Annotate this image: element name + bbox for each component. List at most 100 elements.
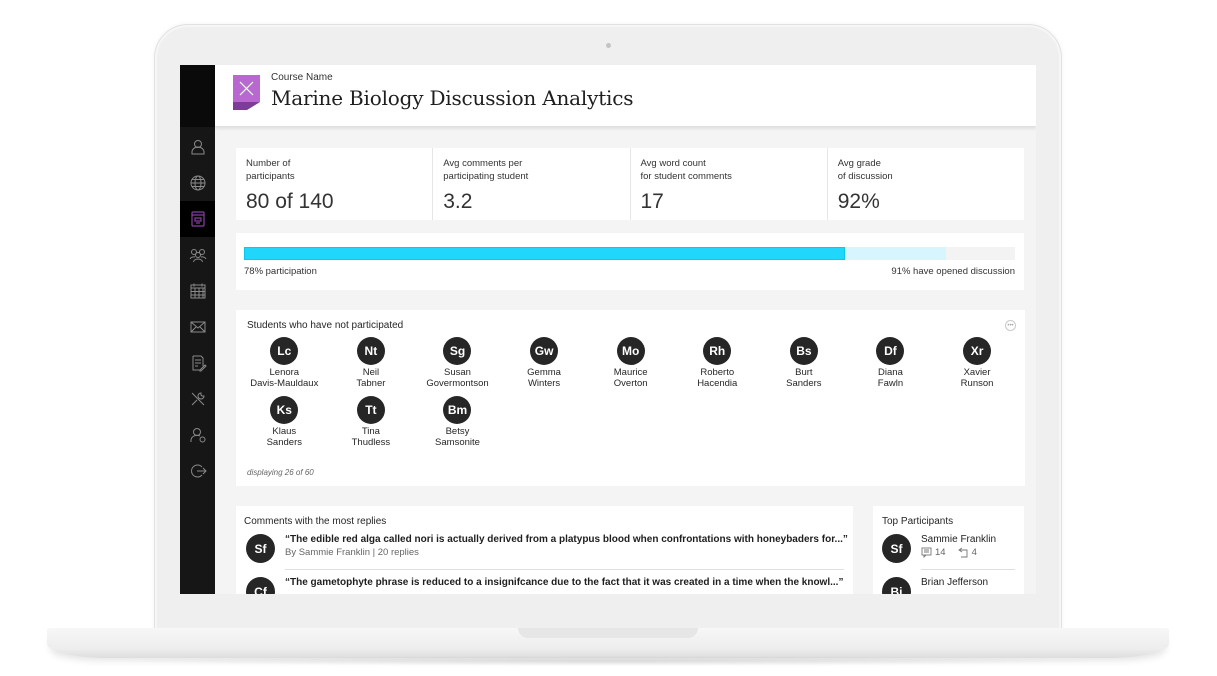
student-name: Roberto Hacendia	[697, 367, 738, 389]
calendar-icon	[190, 283, 205, 299]
stat-label: Avg word count for student comments	[640, 158, 732, 182]
user-settings-icon	[190, 428, 205, 443]
stat-value: 3.2	[443, 190, 473, 213]
mail-icon	[190, 321, 205, 333]
stat-card-avg-comments: Avg comments per participating student 3…	[433, 148, 631, 220]
sign-out-icon	[190, 464, 207, 478]
student-name: Burt Sanders	[786, 367, 822, 389]
avatar: Bj	[882, 577, 911, 594]
student-item[interactable]: Nt Neil Tabner	[328, 337, 415, 389]
more-options-icon: •••	[1007, 322, 1014, 329]
participation-bar-fill	[244, 247, 846, 260]
opened-label: 91% have opened discussion	[891, 266, 1015, 277]
avatar: Bs	[789, 337, 818, 365]
student-item[interactable]: Rh Roberto Hacendia	[674, 337, 761, 389]
course-close-button[interactable]	[233, 75, 260, 102]
student-name: Klaus Sanders	[266, 426, 302, 448]
stat-label: Number of participants	[246, 158, 295, 182]
top-participant-item[interactable]: Sf Sammie Franklin 14 4	[882, 534, 1022, 574]
stat-label: Avg grade of discussion	[837, 158, 893, 182]
avatar: Mo	[616, 337, 645, 365]
course-badge-fold	[233, 102, 260, 110]
student-item[interactable]: Mo Maurice Overton	[587, 337, 674, 389]
avatar: Xr	[963, 337, 992, 365]
avatar: Tt	[356, 396, 385, 424]
participant-name: Sammie Franklin	[921, 534, 997, 545]
stat-value: 17	[640, 190, 664, 213]
avatar: Gw	[530, 337, 559, 365]
divider	[285, 569, 844, 570]
close-icon	[239, 81, 254, 96]
more-options-button[interactable]: •••	[1005, 320, 1016, 331]
sidebar-item-user-settings[interactable]	[180, 417, 215, 453]
comment-count: 14	[935, 547, 946, 558]
stat-value: 80 of 140	[246, 190, 334, 213]
avatar: Ks	[270, 396, 299, 424]
sidebar-top	[180, 65, 215, 127]
participant-name: Brian Jefferson	[921, 577, 989, 588]
sidebar-item-institution[interactable]	[180, 165, 215, 201]
comment-meta: By Sammie Franklin | 20 replies	[285, 547, 419, 558]
stats-row: Number of participants 80 of 140 Avg com…	[236, 148, 1024, 220]
avatar: Sf	[882, 534, 911, 563]
stat-card-participants: Number of participants 80 of 140	[236, 148, 434, 220]
participation-bar	[244, 247, 1015, 260]
stat-card-avg-word-count: Avg word count for student comments 17	[631, 148, 828, 220]
sidebar-item-sign-out[interactable]	[180, 453, 215, 489]
course-label: Course Name	[271, 72, 333, 83]
comments-panel: Comments with the most replies Sf “The e…	[236, 506, 853, 594]
reply-count: 4	[971, 547, 977, 558]
avatar: Lc	[270, 337, 299, 365]
stat-card-avg-grade: Avg grade of discussion 92%	[828, 148, 1024, 220]
user-icon	[191, 140, 204, 155]
section-title: Comments with the most replies	[244, 516, 387, 527]
sidebar-item-calendar[interactable]	[180, 273, 215, 309]
globe-icon	[190, 175, 205, 191]
student-grid: Lc Lenora Davis-Mauldaux Nt Neil Tabner Sg…	[241, 337, 1021, 448]
student-name: Tina Thudless	[351, 426, 391, 448]
top-participants-panel: Top Participants Sf Sammie Franklin 14 4…	[873, 506, 1024, 594]
student-name: Maurice Overton	[613, 367, 648, 389]
page-header: Course Name Marine Biology Discussion An…	[215, 65, 1036, 127]
groups-icon	[189, 249, 206, 263]
sidebar-item-courses[interactable]	[180, 201, 215, 237]
laptop-camera	[606, 43, 611, 48]
student-item[interactable]: Df Diana Fawln	[847, 337, 934, 389]
section-title: Top Participants	[882, 516, 954, 527]
student-item[interactable]: Bs Burt Sanders	[761, 337, 848, 389]
student-name: Susan Govermontson	[426, 367, 489, 389]
student-item[interactable]: Tt Tina Thudless	[328, 396, 415, 448]
sidebar-item-tools[interactable]	[180, 381, 215, 417]
student-item[interactable]: Xr Xavier Runson	[934, 337, 1021, 389]
comment-text: “The gametophyte phrase is reduced to a …	[285, 577, 844, 588]
courses-icon	[190, 211, 205, 227]
avatar: Nt	[356, 337, 385, 365]
sidebar-item-organizations[interactable]	[180, 237, 215, 273]
student-item[interactable]: Ks Klaus Sanders	[241, 396, 328, 448]
stat-label: Avg comments per participating student	[443, 158, 529, 182]
student-item[interactable]: Sg Susan Govermontson	[414, 337, 501, 389]
avatar: Df	[876, 337, 905, 365]
comment-item[interactable]: Sf “The edible red alga called nori is a…	[246, 534, 848, 574]
comment-item[interactable]: Cf “The gametophyte phrase is reduced to…	[246, 577, 846, 594]
student-item[interactable]: Lc Lenora Davis-Mauldaux	[241, 337, 328, 389]
section-title: Students who have not participated	[247, 320, 404, 331]
student-name: Xavier Runson	[960, 367, 994, 389]
student-name: Betsy Samsonite	[435, 426, 480, 448]
laptop-base-notch	[518, 628, 698, 638]
student-item[interactable]: Gw Gemma Winters	[501, 337, 588, 389]
avatar: Bm	[443, 396, 472, 424]
avatar: Rh	[703, 337, 732, 365]
avatar: Cf	[246, 577, 275, 594]
sidebar-item-grades[interactable]	[180, 345, 215, 381]
tools-icon	[191, 392, 205, 406]
grades-icon	[192, 355, 207, 372]
main-content: Number of participants 80 of 140 Avg com…	[215, 127, 1036, 594]
page-title: Marine Biology Discussion Analytics	[271, 86, 634, 110]
sidebar-item-profile[interactable]	[180, 129, 215, 165]
top-participant-item[interactable]: Bj Brian Jefferson	[882, 577, 1022, 594]
student-name: Diana Fawln	[877, 367, 904, 389]
student-item[interactable]: Bm Betsy Samsonite	[414, 396, 501, 448]
student-name: Neil Tabner	[356, 367, 386, 389]
sidebar-item-messages[interactable]	[180, 309, 215, 345]
